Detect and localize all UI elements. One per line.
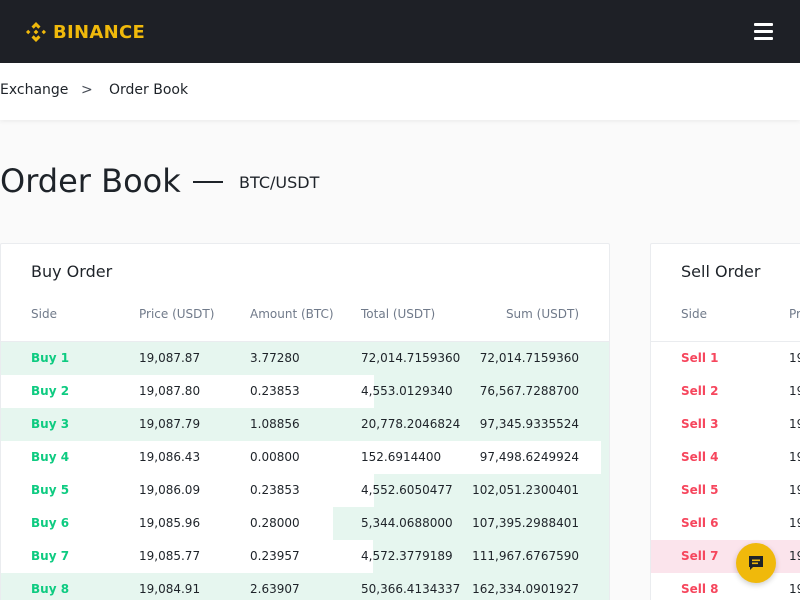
buy-order-title: Buy Order bbox=[31, 262, 113, 281]
price-cell: 19,087.87 bbox=[139, 351, 201, 365]
buy-order-row[interactable]: Buy 7 19,085.77 0.23957 4,572.3779189 111,96… bbox=[1, 540, 609, 573]
buy-order-row[interactable]: Buy 8 19,084.91 2.63907 50,366.4134337 162,3… bbox=[1, 573, 609, 600]
sum-cell: 97,345.9335524 bbox=[479, 417, 579, 431]
sell-order-row[interactable]: Sell 5 19 bbox=[651, 474, 800, 507]
sell-order-row[interactable]: Sell 4 19 bbox=[651, 441, 800, 474]
amount-cell: 0.00800 bbox=[250, 450, 300, 464]
breadcrumb-exchange-link[interactable]: Exchange bbox=[0, 82, 68, 98]
side-label: Buy 8 bbox=[31, 582, 70, 596]
buy-order-row[interactable]: Buy 4 19,086.43 0.00800 152.6914400 97,498.6… bbox=[1, 441, 609, 474]
sell-order-row[interactable]: Sell 1 19 bbox=[651, 342, 800, 375]
amount-cell: 2.63907 bbox=[250, 582, 300, 596]
side-label: Buy 3 bbox=[31, 417, 70, 431]
col-header-side: Side bbox=[31, 307, 57, 321]
col-header-sum: Sum (USDT) bbox=[505, 307, 579, 321]
side-label: Buy 6 bbox=[31, 516, 70, 530]
sum-cell: 76,567.7288700 bbox=[479, 384, 579, 398]
trading-pair-label: BTC/USDT bbox=[239, 173, 320, 192]
sum-cell: 162,334.0901927 bbox=[472, 582, 579, 596]
total-cell: 4,553.0129340 bbox=[361, 384, 453, 398]
price-cell: 19 bbox=[789, 549, 800, 563]
depth-bar bbox=[601, 441, 609, 474]
buy-order-panel: Buy Order Side Price (USDT) Amount (BTC)… bbox=[0, 243, 610, 600]
price-cell: 19,087.79 bbox=[139, 417, 201, 431]
sell-order-title: Sell Order bbox=[681, 262, 761, 281]
breadcrumb: Exchange > Order Book bbox=[0, 63, 800, 120]
col-header-amount: Amount (BTC) bbox=[250, 307, 334, 321]
side-label: Sell 3 bbox=[681, 417, 719, 431]
sell-order-row[interactable]: Sell 3 19 bbox=[651, 408, 800, 441]
top-navbar: BINANCE bbox=[0, 0, 800, 63]
price-cell: 19,085.96 bbox=[139, 516, 201, 530]
price-cell: 19,084.91 bbox=[139, 582, 201, 596]
chat-support-button[interactable] bbox=[736, 543, 776, 583]
brand-logo[interactable]: BINANCE bbox=[24, 19, 145, 45]
sum-cell: 97,498.6249924 bbox=[479, 450, 579, 464]
buy-order-row[interactable]: Buy 5 19,086.09 0.23853 4,552.6050477 102,05… bbox=[1, 474, 609, 507]
sell-order-panel: Sell Order Side Pr Sell 119Sell 219Sell … bbox=[650, 243, 800, 600]
breadcrumb-current: Order Book bbox=[109, 82, 189, 98]
total-cell: 4,552.6050477 bbox=[361, 483, 453, 497]
price-cell: 19,087.80 bbox=[139, 384, 201, 398]
total-cell: 4,572.3779189 bbox=[361, 549, 453, 563]
side-label: Buy 7 bbox=[31, 549, 70, 563]
price-cell: 19 bbox=[789, 384, 800, 398]
sum-cell: 107,395.2988401 bbox=[472, 516, 579, 530]
col-header-side: Side bbox=[681, 307, 707, 321]
total-cell: 5,344.0688000 bbox=[361, 516, 453, 530]
buy-order-row[interactable]: Buy 6 19,085.96 0.28000 5,344.0688000 107,39… bbox=[1, 507, 609, 540]
price-cell: 19,086.43 bbox=[139, 450, 201, 464]
buy-order-row[interactable]: Buy 1 19,087.87 3.77280 72,014.7159360 72,01… bbox=[1, 342, 609, 375]
amount-cell: 0.23853 bbox=[250, 384, 300, 398]
title-divider bbox=[193, 181, 223, 183]
buy-order-row[interactable]: Buy 2 19,087.80 0.23853 4,553.0129340 76,567… bbox=[1, 375, 609, 408]
side-label: Buy 4 bbox=[31, 450, 70, 464]
side-label: Sell 2 bbox=[681, 384, 719, 398]
side-label: Buy 2 bbox=[31, 384, 70, 398]
hamburger-menu-icon[interactable] bbox=[754, 23, 773, 40]
col-header-price: Pr bbox=[789, 307, 800, 321]
amount-cell: 0.28000 bbox=[250, 516, 300, 530]
sum-cell: 102,051.2300401 bbox=[472, 483, 579, 497]
brand-name: BINANCE bbox=[53, 21, 146, 43]
col-header-price: Price (USDT) bbox=[139, 307, 215, 321]
side-label: Sell 1 bbox=[681, 351, 719, 365]
sell-order-row[interactable]: Sell 2 19 bbox=[651, 375, 800, 408]
col-header-total: Total (USDT) bbox=[361, 307, 436, 321]
side-label: Sell 4 bbox=[681, 450, 719, 464]
price-cell: 19 bbox=[789, 450, 800, 464]
page-title: Order Book bbox=[0, 162, 181, 200]
side-label: Sell 5 bbox=[681, 483, 719, 497]
chat-icon bbox=[749, 556, 763, 570]
amount-cell: 0.23853 bbox=[250, 483, 300, 497]
sell-order-row[interactable]: Sell 6 19 bbox=[651, 507, 800, 540]
side-label: Sell 8 bbox=[681, 582, 719, 596]
total-cell: 50,366.4134337 bbox=[361, 582, 461, 596]
price-cell: 19 bbox=[789, 351, 800, 365]
price-cell: 19 bbox=[789, 516, 800, 530]
price-cell: 19,085.77 bbox=[139, 549, 201, 563]
total-cell: 20,778.2046824 bbox=[361, 417, 461, 431]
total-cell: 152.6914400 bbox=[361, 450, 442, 464]
sum-cell: 72,014.7159360 bbox=[479, 351, 579, 365]
side-label: Sell 6 bbox=[681, 516, 719, 530]
price-cell: 19 bbox=[789, 483, 800, 497]
price-cell: 19 bbox=[789, 417, 800, 431]
amount-cell: 1.08856 bbox=[250, 417, 300, 431]
amount-cell: 0.23957 bbox=[250, 549, 300, 563]
sum-cell: 111,967.6767590 bbox=[472, 549, 579, 563]
side-label: Buy 1 bbox=[31, 351, 70, 365]
amount-cell: 3.77280 bbox=[250, 351, 300, 365]
breadcrumb-separator: > bbox=[81, 82, 93, 98]
price-cell: 19 bbox=[789, 582, 800, 596]
sell-order-row[interactable]: Sell 7 19 bbox=[651, 540, 800, 573]
buy-order-row[interactable]: Buy 3 19,087.79 1.08856 20,778.2046824 97,34… bbox=[1, 408, 609, 441]
price-cell: 19,086.09 bbox=[139, 483, 201, 497]
sell-order-row[interactable]: Sell 8 19 bbox=[651, 573, 800, 600]
depth-bar bbox=[651, 540, 800, 573]
side-label: Buy 5 bbox=[31, 483, 70, 497]
side-label: Sell 7 bbox=[681, 549, 719, 563]
binance-logo-icon bbox=[26, 22, 46, 42]
total-cell: 72,014.7159360 bbox=[361, 351, 461, 365]
